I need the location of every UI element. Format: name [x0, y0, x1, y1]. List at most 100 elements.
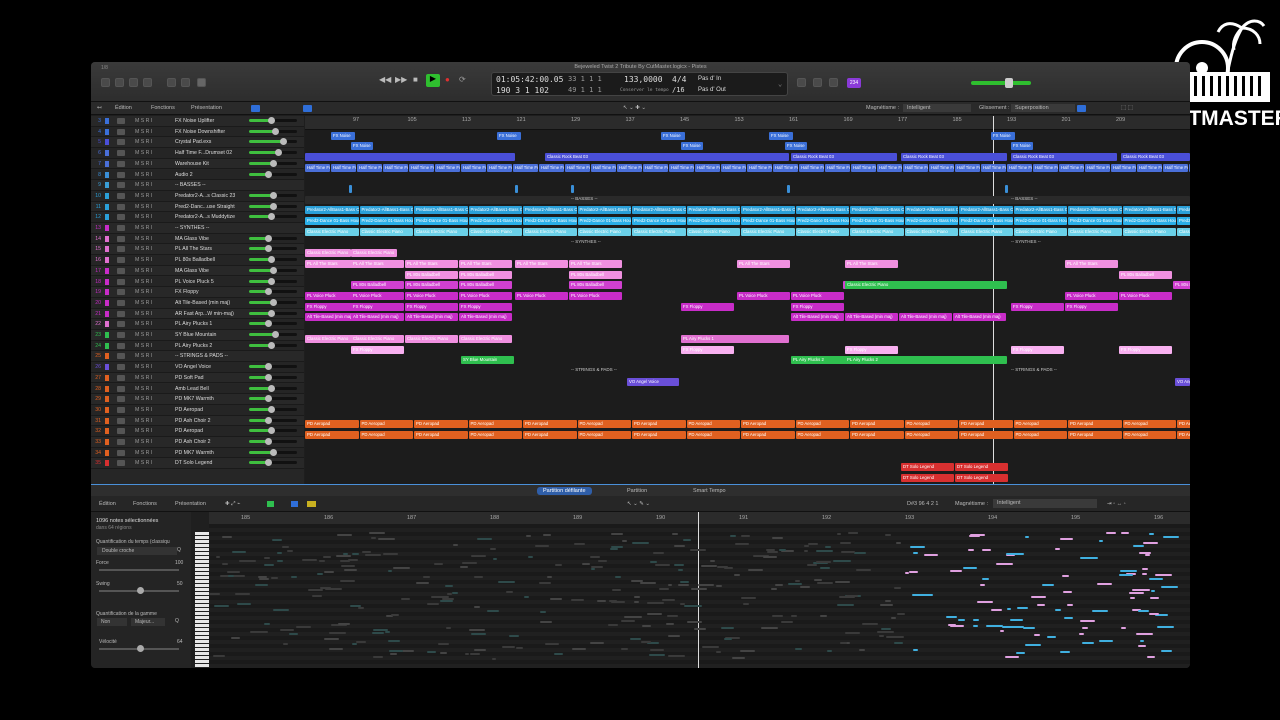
- region[interactable]: Predator2-AllBass1-Bass Classic 23: [686, 206, 740, 215]
- region[interactable]: Classic Electric Piano: [468, 227, 522, 236]
- midi-note[interactable]: [913, 649, 918, 652]
- region[interactable]: Classic Electric Piano: [405, 334, 458, 343]
- region[interactable]: Predator2-AllBass1-Bass Classic 23: [1122, 206, 1176, 215]
- midi-note[interactable]: [1142, 567, 1148, 570]
- track-row[interactable]: 10 M S R I Predator2-A...s Classic 23: [91, 190, 304, 202]
- midi-note[interactable]: [762, 556, 777, 559]
- track-row[interactable]: 21 M S R I AR Fast Arp...W min-maj): [91, 308, 304, 320]
- midi-note[interactable]: [487, 610, 499, 613]
- midi-note[interactable]: [897, 612, 906, 615]
- volume-knob[interactable]: [274, 149, 282, 157]
- region[interactable]: Classic Electric Piano: [795, 227, 849, 236]
- region[interactable]: FX Noise: [991, 131, 1015, 140]
- region[interactable]: Pred2-Dance 01-Bass House Straight: [1122, 217, 1176, 226]
- track-volume-fader[interactable]: [249, 341, 297, 349]
- midi-note[interactable]: [1061, 575, 1070, 578]
- midi-note[interactable]: [378, 538, 396, 541]
- edit-menu[interactable]: Édition: [115, 105, 132, 111]
- midi-note[interactable]: [351, 642, 358, 645]
- midi-note[interactable]: [803, 544, 810, 547]
- track-name[interactable]: -- STRINGS & PADS --: [175, 351, 245, 361]
- midi-note[interactable]: [683, 538, 692, 541]
- midi-note[interactable]: [401, 598, 410, 601]
- region[interactable]: Alt Tile-Based (min maj): [845, 313, 898, 322]
- region[interactable]: Pred2-Dance 01-Bass House Straight: [359, 217, 413, 226]
- midi-note[interactable]: [213, 604, 229, 607]
- region[interactable]: PL All The Stars: [845, 259, 898, 268]
- midi-note[interactable]: [319, 559, 325, 562]
- piano-roll-ruler[interactable]: 185 186 187 188 189 190 191 192 193 194 195 196: [209, 512, 1190, 524]
- midi-note[interactable]: [885, 533, 892, 536]
- region[interactable]: Pred2-Dance 01-Bass House Straight: [468, 217, 522, 226]
- midi-note[interactable]: [743, 603, 749, 606]
- volume-knob[interactable]: [279, 138, 287, 146]
- region[interactable]: Classic Electric Piano: [1013, 227, 1067, 236]
- midi-note[interactable]: [741, 535, 750, 538]
- midi-note[interactable]: [272, 608, 289, 611]
- midi-note[interactable]: [979, 583, 985, 586]
- midi-note[interactable]: [272, 539, 282, 542]
- track-row[interactable]: 33 M S R I PD Ash Choir 2: [91, 437, 304, 448]
- midi-note[interactable]: [1160, 585, 1179, 588]
- metronome-button[interactable]: [797, 78, 806, 87]
- region[interactable]: PD Aeropad: [850, 420, 904, 429]
- track-name[interactable]: PD MK7 Warmth: [175, 448, 245, 458]
- region[interactable]: FX Noise: [681, 142, 703, 151]
- midi-note[interactable]: [1046, 635, 1056, 638]
- midi-note[interactable]: [841, 551, 855, 554]
- region[interactable]: [349, 185, 352, 193]
- track-mute-solo[interactable]: M S R I: [135, 319, 152, 329]
- midi-note[interactable]: [689, 548, 707, 551]
- track-name[interactable]: Half Time F...Drumset 02: [175, 148, 245, 158]
- region[interactable]: Pred2-Dance 01-Bass House Straight: [1068, 217, 1122, 226]
- piano-keyboard[interactable]: [195, 532, 209, 668]
- midi-note[interactable]: [232, 551, 247, 554]
- region[interactable]: PD Aeropad: [1122, 420, 1176, 429]
- region[interactable]: PD Aeropad: [850, 431, 904, 440]
- midi-note[interactable]: [732, 656, 746, 659]
- midi-note[interactable]: [840, 642, 848, 645]
- midi-note[interactable]: [277, 559, 284, 562]
- track-mute-solo[interactable]: M S R I: [135, 180, 152, 190]
- midi-note[interactable]: [1138, 644, 1146, 647]
- track-mute-solo[interactable]: M S R I: [135, 191, 152, 201]
- region[interactable]: Half Time Funk: [1137, 163, 1162, 172]
- region[interactable]: Predator2-AllBass1-Bass Classic 23: [1177, 206, 1190, 215]
- editor-edit-menu[interactable]: Édition: [99, 501, 116, 507]
- region[interactable]: PD Aeropad: [1013, 431, 1067, 440]
- region[interactable]: Alt Tile-Based (min maj): [405, 313, 458, 322]
- region[interactable]: DT Solo Legend: [955, 473, 1008, 482]
- midi-note[interactable]: [343, 569, 357, 572]
- track-volume-fader[interactable]: [249, 117, 297, 124]
- region[interactable]: Classic Electric Piano: [1122, 227, 1176, 236]
- midi-note[interactable]: [649, 653, 666, 656]
- midi-note[interactable]: [289, 633, 299, 636]
- track-name[interactable]: PL Voice Pluck 5: [175, 277, 245, 287]
- region[interactable]: Half Time Funk: [981, 163, 1006, 172]
- midi-note[interactable]: [910, 545, 926, 548]
- midi-note[interactable]: [526, 535, 532, 538]
- cycle-icon[interactable]: ⟳: [459, 75, 466, 84]
- midi-note[interactable]: [1120, 532, 1130, 535]
- midi-note[interactable]: [1098, 640, 1114, 643]
- midi-note[interactable]: [1157, 626, 1174, 629]
- midi-note[interactable]: [452, 591, 458, 594]
- midi-note[interactable]: [296, 625, 311, 628]
- region[interactable]: Classic Rock Beat 03: [545, 152, 789, 161]
- pencil-tool-button[interactable]: [197, 78, 206, 87]
- track-volume-fader[interactable]: [249, 405, 297, 413]
- pass-out[interactable]: Pas d' Out: [698, 87, 726, 93]
- cpu-badge[interactable]: 234: [847, 78, 861, 88]
- midi-note[interactable]: [1139, 639, 1144, 642]
- midi-note[interactable]: [729, 535, 736, 538]
- force-slider[interactable]: [99, 569, 179, 571]
- volume-knob[interactable]: [265, 320, 273, 328]
- region[interactable]: FX Floppy: [351, 345, 404, 354]
- midi-note[interactable]: [440, 600, 454, 603]
- midi-note[interactable]: [1150, 597, 1160, 600]
- track-volume-fader[interactable]: [249, 320, 297, 328]
- region[interactable]: PL 80s Balladbell: [351, 281, 404, 290]
- track-name[interactable]: VO Angel Voice: [175, 362, 245, 372]
- region[interactable]: Predator2-AllBass1-Bass Classic 23: [468, 206, 522, 215]
- midi-note[interactable]: [949, 569, 963, 572]
